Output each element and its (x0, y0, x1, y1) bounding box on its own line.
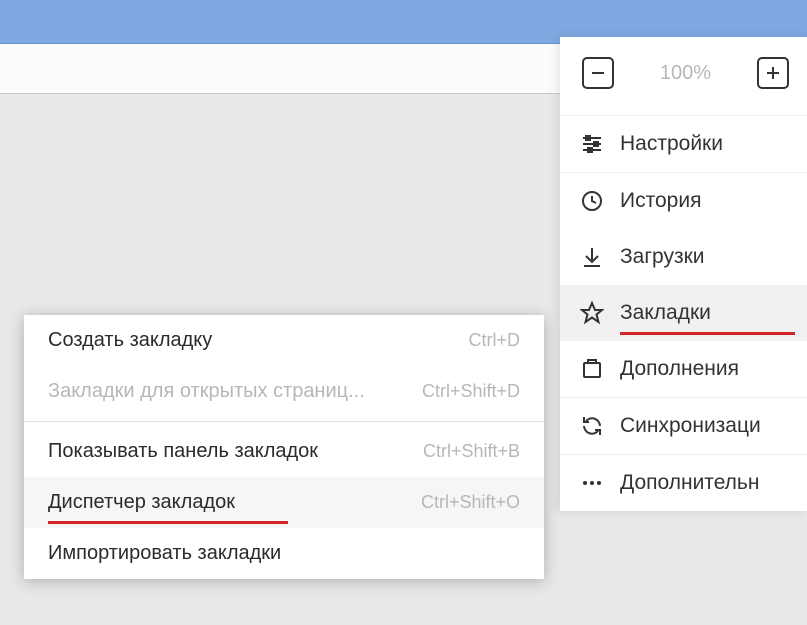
zoom-out-button[interactable] (582, 57, 614, 89)
menu-label: Дополнительн (620, 471, 759, 495)
submenu-item-import[interactable]: Импортировать закладки (24, 528, 544, 579)
menu-item-sync[interactable]: Синхронизаци (560, 398, 807, 454)
menu-label: Загрузки (620, 245, 705, 269)
submenu-item-bookmarks-open-pages: Закладки для открытых страниц... Ctrl+Sh… (24, 366, 544, 417)
menu-label: Закладки (620, 301, 711, 325)
settings-icon (580, 132, 620, 156)
submenu-item-show-bar[interactable]: Показывать панель закладок Ctrl+Shift+B (24, 426, 544, 477)
highlight-underline (620, 332, 795, 335)
menu-item-more[interactable]: Дополнительн (560, 455, 807, 511)
submenu-shortcut: Ctrl+D (468, 330, 520, 351)
menu-item-settings[interactable]: Настройки (560, 116, 807, 172)
menu-label: Настройки (620, 132, 723, 156)
submenu-label: Показывать панель закладок (48, 440, 318, 463)
submenu-shortcut: Ctrl+Shift+D (422, 381, 520, 402)
more-icon (580, 471, 620, 495)
menu-item-extensions[interactable]: Дополнения (560, 341, 807, 397)
menu-item-bookmarks[interactable]: Закладки (560, 285, 807, 341)
main-menu: 100% Настройки История Загрузки (560, 37, 807, 511)
submenu-item-manager[interactable]: Диспетчер закладок Ctrl+Shift+O (24, 477, 544, 528)
menu-label: Дополнения (620, 357, 739, 381)
zoom-in-button[interactable] (757, 57, 789, 89)
highlight-underline (48, 521, 288, 524)
sync-icon (580, 414, 620, 438)
minus-icon (591, 66, 605, 80)
downloads-icon (580, 245, 620, 269)
submenu-label: Импортировать закладки (48, 542, 281, 565)
submenu-label: Создать закладку (48, 329, 212, 352)
submenu-shortcut: Ctrl+Shift+O (421, 492, 520, 513)
zoom-controls: 100% (560, 37, 807, 116)
extensions-icon (580, 357, 620, 381)
submenu-label: Закладки для открытых страниц... (48, 380, 365, 403)
history-icon (580, 189, 620, 213)
plus-icon (766, 66, 780, 80)
submenu-label: Диспетчер закладок (48, 491, 235, 514)
bookmarks-submenu: Создать закладку Ctrl+D Закладки для отк… (24, 315, 544, 579)
submenu-shortcut: Ctrl+Shift+B (423, 441, 520, 462)
menu-item-downloads[interactable]: Загрузки (560, 229, 807, 285)
menu-label: Синхронизаци (620, 414, 761, 438)
zoom-level: 100% (660, 62, 711, 85)
submenu-item-create-bookmark[interactable]: Создать закладку Ctrl+D (24, 315, 544, 366)
menu-label: История (620, 189, 701, 213)
menu-item-history[interactable]: История (560, 173, 807, 229)
bookmarks-icon (580, 301, 620, 325)
